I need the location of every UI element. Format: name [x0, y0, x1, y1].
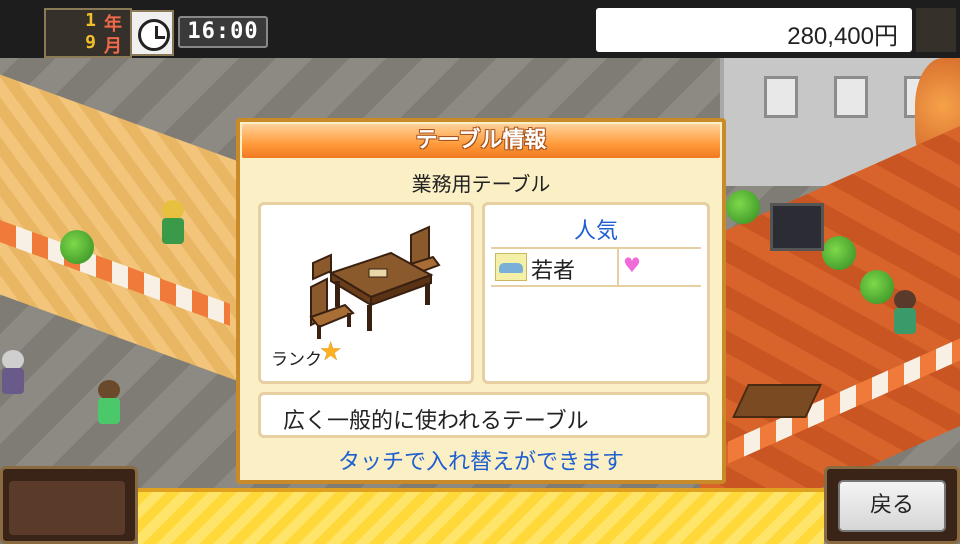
- bottom-left-panel: [0, 466, 138, 544]
- time-display: 16:00: [178, 16, 268, 48]
- touch-hint[interactable]: タッチで入れ替えができます: [240, 444, 722, 476]
- heart-icon: ♥: [623, 253, 641, 277]
- money-amount: 280,400円: [787, 23, 898, 50]
- dialog-title: テーブル情報: [415, 128, 547, 153]
- television: [770, 203, 824, 251]
- clock-icon: [130, 10, 174, 56]
- popularity-title: 人気: [573, 219, 618, 244]
- back-button[interactable]: 戻る: [838, 480, 946, 532]
- item-description: 広く一般的に使われるテーブル: [283, 409, 589, 434]
- message-bar: [138, 488, 824, 544]
- dialog-header: テーブル情報: [242, 124, 720, 158]
- customer-character[interactable]: [2, 350, 24, 396]
- item-image-panel: ランク ★: [258, 202, 474, 384]
- rank-label: ランク: [271, 350, 322, 370]
- building-window: [834, 76, 868, 118]
- potted-plant: [822, 236, 856, 270]
- placed-table[interactable]: [732, 384, 822, 418]
- item-name: 業務用テーブル: [411, 172, 551, 196]
- year-value: 1: [85, 10, 96, 31]
- potted-plant: [60, 230, 94, 264]
- top-status-bar: 1 年 9 月 16:00 280,400円: [0, 0, 960, 58]
- month-unit: 月: [104, 36, 122, 57]
- date-display: 1 年 9 月: [44, 8, 132, 58]
- month-value: 9: [85, 32, 96, 53]
- potted-plant: [726, 190, 760, 224]
- money-display: 280,400円: [596, 8, 912, 52]
- popularity-row: 若者 ♥: [491, 247, 701, 287]
- table-info-dialog[interactable]: テーブル情報 業務用テーブル ランク ★ 人気 若者 ♥ 広く一般的に使われるテ…: [236, 118, 726, 484]
- staff-character[interactable]: [162, 200, 184, 246]
- customer-character[interactable]: [894, 290, 916, 336]
- hud-frame-end: [916, 8, 956, 52]
- customer-character[interactable]: [98, 380, 120, 426]
- row-divider: [617, 249, 619, 285]
- popularity-panel: 人気 若者 ♥: [482, 202, 710, 384]
- bottom-left-slot: [9, 481, 125, 535]
- star-icon: ★: [319, 337, 343, 367]
- customer-type-label: 若者: [531, 259, 576, 284]
- potted-plant: [860, 270, 894, 304]
- customer-type-icon: [495, 253, 527, 281]
- description-panel: 広く一般的に使われるテーブル: [258, 392, 710, 438]
- building-window: [764, 76, 798, 118]
